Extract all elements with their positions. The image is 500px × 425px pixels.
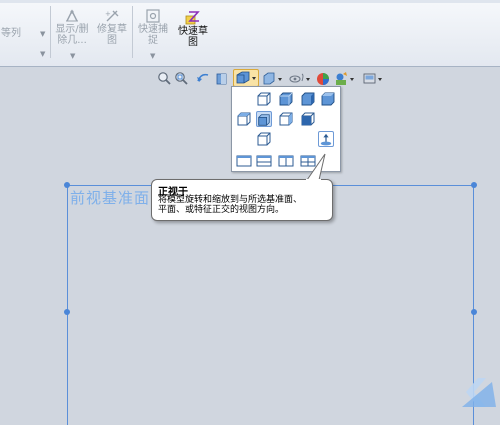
repair-sketch-label: 修复草图 xyxy=(97,24,127,46)
linear-pattern-label: 等列 xyxy=(1,28,21,39)
repair-sketch-button[interactable]: + 修复草图 xyxy=(94,9,130,46)
display-style-icon[interactable] xyxy=(262,71,284,87)
trimetric-view-icon[interactable] xyxy=(300,111,316,127)
show-hide-relations-icon xyxy=(66,9,78,22)
dropdown-caret-icon[interactable]: ▼ xyxy=(40,30,45,38)
show-hide-relations-button[interactable]: 显示/删除几... xyxy=(52,9,92,46)
quick-snaps-button[interactable]: 快速捕捉 xyxy=(134,9,172,46)
plane-handle[interactable] xyxy=(471,309,477,315)
two-view-horizontal-icon[interactable] xyxy=(256,153,272,169)
hide-show-items-icon[interactable] xyxy=(288,71,312,87)
dropdown-caret-icon[interactable]: ▼ xyxy=(70,52,75,60)
tooltip-description: 将模型旋转和缩放到与所选基准面、 平面、或特征正交的视图方向。 xyxy=(158,195,328,215)
single-view-icon[interactable] xyxy=(236,153,252,169)
rapid-sketch-label: 快速草图 xyxy=(178,26,208,48)
plane-handle[interactable] xyxy=(471,182,477,188)
ribbon-separator xyxy=(132,6,133,58)
plane-handle[interactable] xyxy=(64,309,70,315)
isometric-view-icon[interactable] xyxy=(278,111,294,127)
normal-to-icon[interactable] xyxy=(318,131,334,147)
apply-scene-icon[interactable] xyxy=(334,71,358,87)
view-settings-icon[interactable] xyxy=(362,71,386,87)
command-manager-ribbon: 等列 ▼ ▼ 显示/删除几... ▼ + 修复草图 快速捕捉 ▼ 快速草图 xyxy=(0,0,500,67)
quick-snaps-icon xyxy=(146,9,160,23)
section-view-icon[interactable] xyxy=(215,71,229,87)
previous-view-icon[interactable] xyxy=(196,71,210,87)
tooltip-pointer xyxy=(306,153,326,182)
rapid-sketch-icon xyxy=(185,11,200,25)
front-plane-outline[interactable] xyxy=(67,185,474,425)
rapid-sketch-button[interactable]: 快速草图 xyxy=(174,9,212,48)
ribbon-separator xyxy=(50,6,51,58)
edit-appearance-icon[interactable] xyxy=(316,71,332,87)
tooltip-line: 平面、或特征正交的视图方向。 xyxy=(158,205,285,215)
repair-sketch-icon: + xyxy=(105,10,119,22)
zoom-area-icon[interactable] xyxy=(174,71,188,87)
quick-snaps-label: 快速捕捉 xyxy=(138,24,168,46)
right-view-icon[interactable] xyxy=(320,91,336,107)
normal-to-tooltip: 正视于 将模型旋转和缩放到与所选基准面、 平面、或特征正交的视图方向。 xyxy=(151,179,333,221)
dimetric-view-icon[interactable] xyxy=(256,131,272,147)
zoom-fit-icon[interactable] xyxy=(157,71,171,87)
dropdown-caret-icon[interactable]: ▼ xyxy=(150,52,155,60)
bottom-view-icon[interactable] xyxy=(256,111,272,127)
left-view-icon[interactable] xyxy=(300,91,316,107)
tooltip-line: 将模型旋转和缩放到与所选基准面、 xyxy=(158,195,303,205)
top-view-icon[interactable] xyxy=(236,111,252,127)
reference-triad-icon xyxy=(462,378,496,407)
back-view-icon[interactable] xyxy=(278,91,294,107)
view-orientation-icon[interactable] xyxy=(233,69,259,87)
linear-pattern-button[interactable]: 等列 xyxy=(0,28,22,39)
ribbon-top-edge xyxy=(0,0,500,3)
dropdown-caret-icon[interactable]: ▼ xyxy=(40,50,45,58)
front-plane-label: 前视基准面 xyxy=(70,189,151,207)
front-view-icon[interactable] xyxy=(256,91,272,107)
svg-text:+: + xyxy=(105,10,111,18)
show-hide-relations-label: 显示/删除几... xyxy=(55,24,89,46)
two-view-vertical-icon[interactable] xyxy=(278,153,294,169)
